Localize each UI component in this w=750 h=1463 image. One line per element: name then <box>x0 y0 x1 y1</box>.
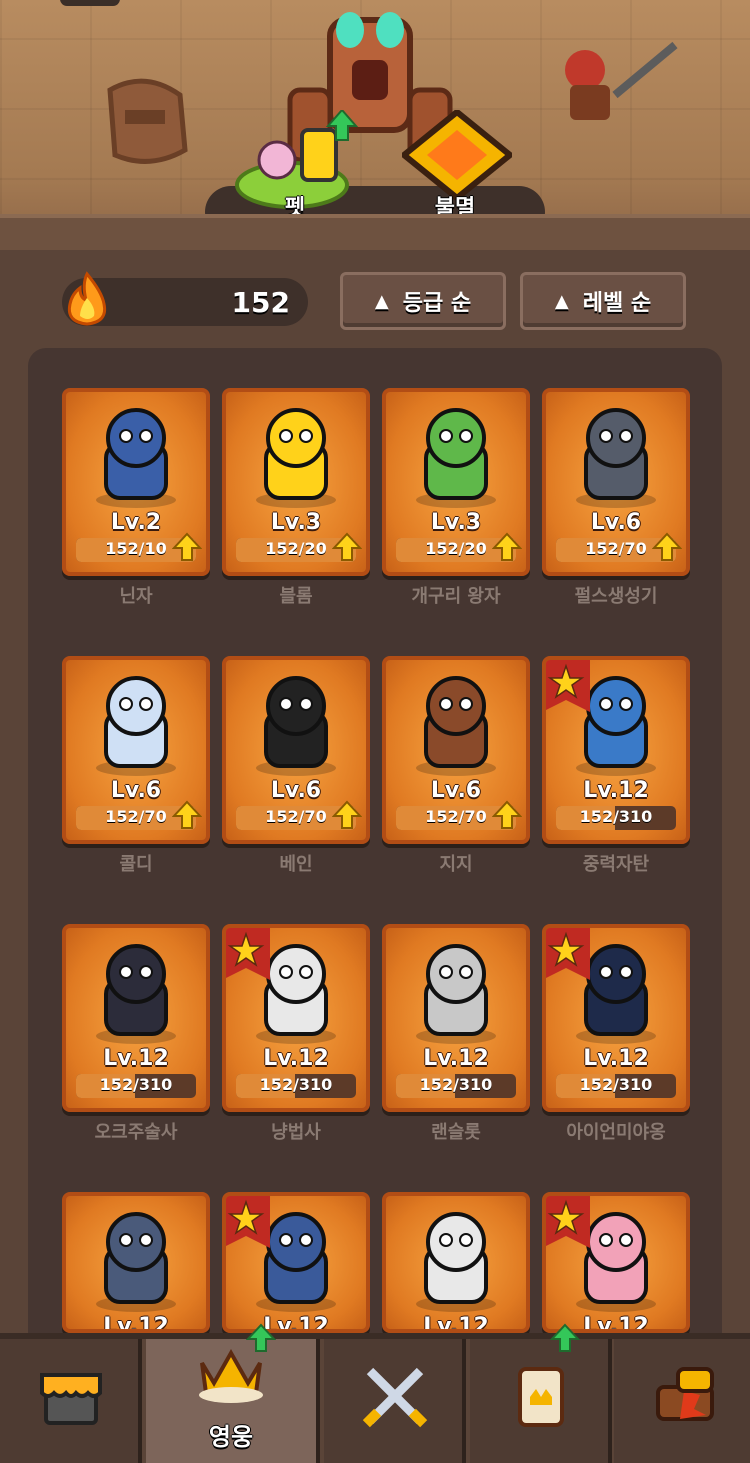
tab-pet[interactable]: 펫 <box>220 110 370 230</box>
hero-name: 랜슬롯 <box>431 1122 481 1143</box>
upgrade-arrow-icon <box>550 1323 580 1352</box>
upgrade-arrow-icon <box>246 1323 276 1352</box>
star-flag-icon <box>226 1196 270 1248</box>
ice-mage-hero-icon <box>96 676 176 776</box>
triangle-up-icon: ▲ <box>554 290 569 312</box>
hero-name: 개구리 왕자 <box>411 586 501 607</box>
hero-shard-count: 152/310 <box>579 1075 653 1094</box>
sort-by-level-label: 레벨 순 <box>582 291 652 316</box>
header-mini-bar <box>60 0 120 6</box>
hero-level: Lv.12 <box>103 1046 169 1071</box>
triangle-up-icon: ▲ <box>374 290 389 312</box>
hero-card[interactable]: Lv.12 152/310 <box>542 924 690 1112</box>
immortal-gem-icon <box>402 110 512 200</box>
hero-name: 블롬 <box>279 586 313 607</box>
hero-card[interactable]: Lv.6 152/70 <box>222 656 370 844</box>
hero-shard-count: 152/310 <box>579 807 653 826</box>
hero-level: Lv.12 <box>423 1314 489 1333</box>
star-flag-icon <box>546 1196 590 1248</box>
hero-card[interactable]: Lv.2 152/10 <box>62 388 210 576</box>
pulse-generator-hero-icon <box>576 408 656 508</box>
sort-by-grade-label: 등급 순 <box>402 291 472 316</box>
nav-battle[interactable] <box>324 1339 466 1463</box>
tab-immortal[interactable]: 불멸 <box>380 110 530 230</box>
hero-card[interactable]: Lv.12 152/310 <box>62 924 210 1112</box>
warrior-icon <box>565 41 678 120</box>
frog-prince-hero-icon <box>416 408 496 508</box>
hero-card[interactable]: Lv.3 152/20 <box>382 388 530 576</box>
bottom-navigation: 영웅 <box>0 1323 750 1463</box>
upgrade-arrow-icon <box>332 532 362 561</box>
hero-shard-count: 152/310 <box>259 1075 333 1094</box>
hero-name: 냥법사 <box>271 1122 321 1143</box>
hero-shard-count: 152/310 <box>99 1075 173 1094</box>
hero-name: 중력자탄 <box>582 854 650 875</box>
nav-heroes-label: 영웅 <box>208 1423 254 1451</box>
flame-icon <box>67 271 107 326</box>
hero-card[interactable]: Lv.12 <box>62 1192 210 1333</box>
hero-card[interactable]: Lv.6 152/70 <box>62 656 210 844</box>
hero-header-banner: 펫 불멸 <box>0 0 750 250</box>
flame-resource-value: 152 <box>231 286 290 319</box>
hero-card[interactable]: Lv.12 <box>382 1192 530 1333</box>
upgrade-arrow-icon <box>332 800 362 829</box>
hero-name: 아이언미야옹 <box>566 1122 666 1143</box>
hero-level: Lv.12 <box>263 1046 329 1071</box>
hero-name: 지지 <box>439 854 473 875</box>
flame-resource-counter: 152 <box>62 271 308 326</box>
upgrade-arrow-icon <box>492 800 522 829</box>
star-flag-icon <box>226 928 270 980</box>
star-flag-icon <box>546 928 590 980</box>
lancelot-knight-hero-icon <box>416 944 496 1044</box>
hero-shard-progress-bar: 152/310 <box>556 1074 676 1098</box>
hero-shard-count: 152/310 <box>419 1075 493 1094</box>
hero-card[interactable]: Lv.6 152/70 <box>542 388 690 576</box>
jester-hero-icon <box>96 408 176 508</box>
hero-shard-progress-bar: 152/310 <box>556 806 676 830</box>
star-flag-icon <box>546 660 590 712</box>
hero-name: 오크주술사 <box>94 1122 178 1143</box>
crossed-swords-icon <box>362 1367 428 1428</box>
upgrade-arrow-icon <box>492 532 522 561</box>
hero-name: 콜디 <box>119 854 153 875</box>
sort-by-grade-button[interactable]: ▲ 등급 순 <box>340 272 506 330</box>
nav-cards[interactable] <box>470 1323 612 1463</box>
hero-name: 펄스생성기 <box>574 586 658 607</box>
hero-card[interactable]: Lv.12 <box>542 1192 690 1333</box>
hero-card[interactable]: Lv.12 <box>222 1192 370 1333</box>
chest-icon <box>656 1367 714 1421</box>
orc-shaman-hero-icon <box>96 944 176 1044</box>
upgrade-arrow-icon <box>652 532 682 561</box>
sort-by-level-button[interactable]: ▲ 레벨 순 <box>520 272 686 330</box>
goblin-staff-hero-icon <box>416 676 496 776</box>
shop-icon <box>40 1373 102 1425</box>
nav-shop[interactable] <box>0 1339 142 1463</box>
upgrade-arrow-icon <box>172 532 202 561</box>
hero-card[interactable]: Lv.12 152/310 <box>542 656 690 844</box>
hero-level: Lv.12 <box>583 1046 649 1071</box>
hero-shard-progress-bar: 152/310 <box>396 1074 516 1098</box>
upgrade-arrow-icon <box>172 800 202 829</box>
card-crown-icon <box>518 1367 564 1427</box>
hero-name: 베인 <box>279 854 313 875</box>
hero-name: 닌자 <box>119 586 153 607</box>
hero-card[interactable]: Lv.12 152/310 <box>222 924 370 1112</box>
nav-heroes[interactable]: 영웅 <box>146 1323 320 1463</box>
bird-gunner-hero-icon <box>256 408 336 508</box>
hero-level: Lv.12 <box>103 1314 169 1333</box>
hero-card[interactable]: Lv.3 152/20 <box>222 388 370 576</box>
ice-dragon-hero-icon <box>96 1212 176 1312</box>
hero-card[interactable]: Lv.6 152/70 <box>382 656 530 844</box>
nav-chest[interactable] <box>614 1339 750 1463</box>
wall-statue-icon <box>107 78 188 164</box>
hero-shard-progress-bar: 152/310 <box>76 1074 196 1098</box>
shadow-hero-icon <box>256 676 336 776</box>
astronaut-hero-icon <box>416 1212 496 1312</box>
hero-shard-progress-bar: 152/310 <box>236 1074 356 1098</box>
hero-level: Lv.12 <box>423 1046 489 1071</box>
stage-floor <box>0 214 750 250</box>
hero-card[interactable]: Lv.12 152/310 <box>382 924 530 1112</box>
hero-level: Lv.12 <box>583 778 649 803</box>
